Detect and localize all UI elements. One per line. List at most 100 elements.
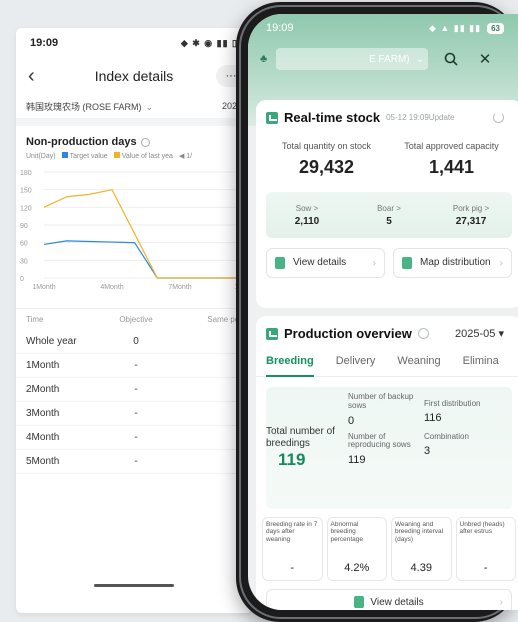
chart-legend: Unit(Day) Target value Value of last yea… (16, 152, 252, 160)
view-details-label: View details (293, 256, 347, 268)
total-breedings-label: Total number of breedings (266, 426, 335, 449)
y-tick-label: 30 (20, 258, 28, 265)
row-time: 4Month (26, 432, 60, 443)
metric-label: Weaning and breeding interval (days) (395, 521, 444, 543)
metric-card[interactable]: Unbred (heads) after estrus - (455, 517, 516, 581)
combination-label[interactable]: Combination (424, 432, 512, 441)
first-distribution-value: 116 (424, 412, 442, 425)
breeding-summary: Total number of breedings 119 Number of … (266, 387, 512, 509)
info-icon[interactable] (140, 137, 150, 147)
metric-label: Abnormal breeding percentage (330, 521, 364, 543)
refresh-icon[interactable] (493, 112, 504, 123)
header-time: Time (26, 315, 44, 324)
sow-value: 2,110 (294, 215, 320, 227)
y-tick-label: 150 (20, 188, 32, 195)
row-time: 2Month (26, 384, 60, 395)
home-indicator (94, 584, 174, 587)
total-stock-label: Total quantity on stock (281, 141, 372, 151)
home-screen: 19:09 ◆ ▲ ▮▮ ▮▮ 63 ♣ E FARM) ⌄ ✕ Real-ti… (248, 14, 518, 610)
stock-actions: View details › Map distribution › (256, 238, 518, 278)
tab-breeding[interactable]: Breeding (266, 355, 314, 377)
map-distribution-button[interactable]: Map distribution › (393, 248, 512, 278)
battery-indicator: 63 (487, 22, 504, 34)
metric-label: Unbred (heads) after estrus (459, 521, 505, 536)
legend-label: Target value (69, 153, 108, 160)
map-icon (402, 257, 412, 269)
view-details-button[interactable]: View details › (266, 589, 512, 610)
production-tabs: Breeding Delivery Weaning Elimina (256, 355, 518, 377)
tab-delivery[interactable]: Delivery (336, 355, 376, 377)
view-details-label: View details (370, 596, 424, 608)
metric-card[interactable]: Abnormal breeding percentage 4.2% (326, 517, 387, 581)
metric-card[interactable]: Weaning and breeding interval (days) 4.3… (391, 517, 452, 581)
card-header: Real-time stock 05-12 19:09Update (256, 100, 518, 125)
farm-selector-row: 韩国玫瑰农场 (ROSE FARM) ⌄ 2025 (16, 94, 252, 118)
chevron-right-icon: › (499, 257, 503, 269)
legend-item-last-year[interactable]: Value of last yea (113, 152, 173, 160)
legend-pager[interactable]: ◀ 1/ (179, 152, 192, 160)
card-title-row: Non-production days (16, 126, 252, 152)
top-nav: ♣ E FARM) ⌄ ✕ (248, 42, 518, 76)
y-tick-label: 180 (20, 170, 32, 177)
metric-card[interactable]: Breeding rate in 7 days after weaning - (262, 517, 323, 581)
legend-item-target[interactable]: Target value (61, 152, 108, 160)
farm-selector[interactable]: E FARM) ⌄ (276, 48, 428, 70)
metric-value: - (290, 562, 295, 574)
total-breedings-value: 119 (278, 450, 306, 469)
status-time: 19:09 (30, 37, 59, 49)
line-chart: 03060901201501801Month4Month7Month10Mont… (16, 164, 252, 304)
boar-stat[interactable]: Boar > 5 (348, 204, 430, 227)
row-time: 5Month (26, 456, 60, 467)
row-objective: - (134, 360, 138, 371)
nav-bar: ‹ Index details ··· (16, 58, 252, 94)
legend-label: Value of last yea (121, 153, 173, 160)
real-time-stock-card: Real-time stock 05-12 19:09Update Total … (256, 100, 518, 308)
table-row: 1Month - (16, 354, 252, 378)
combination-value: 3 (424, 445, 431, 458)
table-row: Whole year 0 (16, 330, 252, 354)
row-objective: - (134, 408, 138, 419)
sow-stat[interactable]: Sow > 2,110 (266, 204, 348, 227)
document-icon (275, 257, 285, 269)
x-tick-label: 4Month (100, 284, 123, 291)
close-icon[interactable]: ✕ (474, 48, 496, 70)
tab-weaning[interactable]: Weaning (397, 355, 440, 377)
search-icon[interactable] (440, 48, 462, 70)
period-selector[interactable]: 2025-05 ▾ (455, 327, 504, 340)
farm-selector[interactable]: 韩国玫瑰农场 (ROSE FARM) ⌄ (26, 100, 153, 113)
pork-pig-value: 27,317 (455, 215, 487, 227)
production-overview-card: Production overview 2025-05 ▾ Breeding D… (256, 316, 518, 610)
legend-unit: Unit(Day) (26, 152, 56, 160)
total-capacity-label: Total approved capacity (404, 141, 499, 151)
header-same-period: Same per (207, 315, 242, 324)
header-objective: Objective (119, 315, 153, 324)
back-arrow-icon[interactable]: ‹ (28, 65, 52, 88)
farm-icon: ♣ (260, 53, 268, 65)
table-header: Time Objective Same per (16, 309, 252, 330)
farm-name: E FARM) (369, 53, 410, 65)
view-details-button[interactable]: View details › (266, 248, 385, 278)
reproducing-sows-value: 119 (348, 454, 366, 467)
y-tick-label: 60 (20, 241, 28, 248)
card-title: Real-time stock (284, 110, 381, 125)
row-objective: - (134, 432, 138, 443)
metric-value: 4.2% (344, 562, 370, 574)
first-distribution-label[interactable]: First distribution (424, 399, 512, 408)
row-objective: 0 (133, 336, 139, 347)
y-tick-label: 120 (20, 205, 32, 212)
pork-pig-stat[interactable]: Pork pig > 27,317 (430, 204, 512, 227)
boar-label: Boar > (377, 203, 401, 213)
tab-elimination[interactable]: Elimina (463, 355, 499, 377)
info-icon[interactable] (417, 328, 429, 339)
chevron-right-icon: › (499, 596, 503, 608)
breeding-metrics: Breeding rate in 7 days after weaning - … (262, 517, 516, 581)
divider (16, 118, 252, 126)
sow-counts: Number of backup sows 0 Number of reprod… (348, 387, 424, 509)
card-header: Production overview 2025-05 ▾ (256, 316, 518, 341)
total-capacity-value: 1,441 (428, 157, 475, 177)
boar-value: 5 (386, 215, 392, 227)
metric-value: 4.39 (410, 562, 432, 574)
total-capacity: Total approved capacity 1,441 (389, 141, 514, 178)
production-icon (266, 327, 278, 340)
status-bar: 19:09 ◆ ✱ ◉ ▮▮ ▯ (16, 28, 252, 58)
